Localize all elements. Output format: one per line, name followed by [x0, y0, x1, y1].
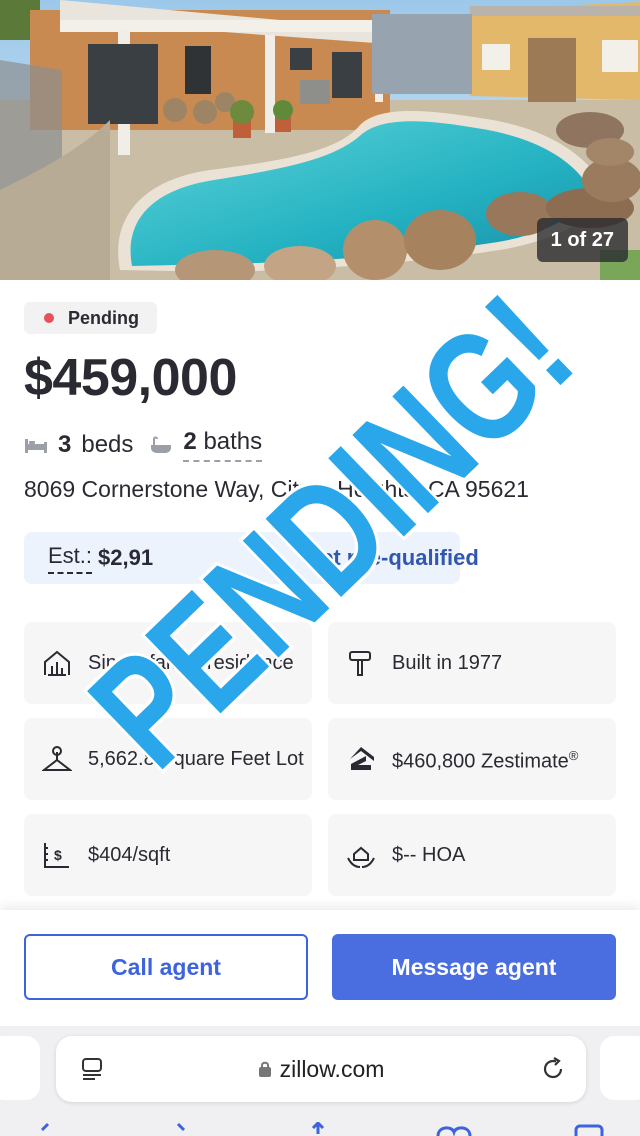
baths-text: 2 baths	[183, 428, 263, 462]
feature-text: Single family residence	[88, 652, 294, 674]
share-icon[interactable]	[304, 1122, 332, 1136]
feature-text: $404/sqft	[88, 844, 171, 866]
feature-text: 5,662.8 Square Feet Lot	[88, 748, 304, 770]
hammer-icon	[346, 648, 376, 678]
next-tab-preview[interactable]	[600, 1036, 640, 1100]
house-icon	[42, 648, 72, 678]
previous-tab-preview[interactable]	[0, 1036, 40, 1100]
bathtub-icon	[151, 436, 172, 453]
baths-label: baths	[203, 428, 263, 455]
forward-icon[interactable]	[172, 1122, 192, 1136]
agent-action-bar: Call agent Message agent	[0, 910, 640, 1026]
feature-text: Built in 1977	[392, 652, 503, 674]
baths-fact[interactable]: 2 baths	[149, 428, 263, 462]
reload-icon[interactable]	[540, 1056, 566, 1082]
status-label: Pending	[68, 307, 139, 328]
est-value: $2,91	[98, 545, 154, 570]
feature-price-sqft: $ $404/sqft	[24, 814, 312, 896]
hoa-icon	[346, 840, 376, 870]
estimated-payment[interactable]: Est.: $2,91 Get pre-qualified	[24, 532, 479, 584]
back-icon[interactable]	[34, 1122, 54, 1136]
feature-hoa: $-- HOA	[328, 814, 616, 896]
url-text: zillow.com	[279, 1055, 385, 1082]
call-agent-button[interactable]: Call agent	[24, 934, 308, 1000]
listing-price: $459,000	[24, 349, 237, 407]
feature-built: Built in 1977	[328, 622, 616, 704]
status-dot	[44, 313, 54, 323]
price-per-sqft-icon: $	[42, 840, 72, 870]
photo-counter: 1 of 27	[536, 218, 628, 262]
beds-label: beds	[81, 431, 134, 458]
lot-icon	[42, 744, 72, 774]
baths-value: 2	[183, 428, 197, 455]
tabs-icon[interactable]	[572, 1122, 606, 1136]
zestimate-value: $460,800 Zestimate	[392, 750, 569, 773]
beds-fact: 3 beds	[24, 431, 133, 459]
zestimate-icon	[346, 744, 376, 774]
svg-text:$: $	[54, 847, 62, 863]
url-display: zillow.com	[56, 1036, 586, 1102]
message-agent-button[interactable]: Message agent	[332, 934, 616, 1000]
registered-mark: ®	[568, 748, 579, 764]
feature-home-type: Single family residence	[24, 622, 312, 704]
feature-lot: 5,662.8 Square Feet Lot	[24, 718, 312, 800]
feature-text: $-- HOA	[392, 844, 466, 866]
feature-zestimate[interactable]: $460,800 Zestimate®	[328, 718, 616, 800]
beds-value: 3	[58, 431, 72, 458]
feature-text: $460,800 Zestimate®	[392, 744, 578, 774]
lock-icon	[258, 1061, 271, 1077]
est-label: Est.:	[48, 543, 93, 574]
listing-address: 8069 Cornerstone Way, Citrus Heights, CA…	[24, 476, 529, 502]
prequal-link[interactable]: Get pre-qualified	[304, 545, 479, 571]
listing-photo[interactable]: 1 of 27	[0, 0, 640, 280]
bookmarks-icon[interactable]	[436, 1122, 472, 1136]
address-bar[interactable]: zillow.com	[56, 1036, 586, 1102]
status-badge: Pending	[24, 302, 157, 334]
browser-bottom-bar: zillow.com	[0, 1026, 640, 1136]
bed-icon	[25, 439, 47, 453]
bed-bath-facts: 3 beds 2 baths	[24, 428, 278, 462]
